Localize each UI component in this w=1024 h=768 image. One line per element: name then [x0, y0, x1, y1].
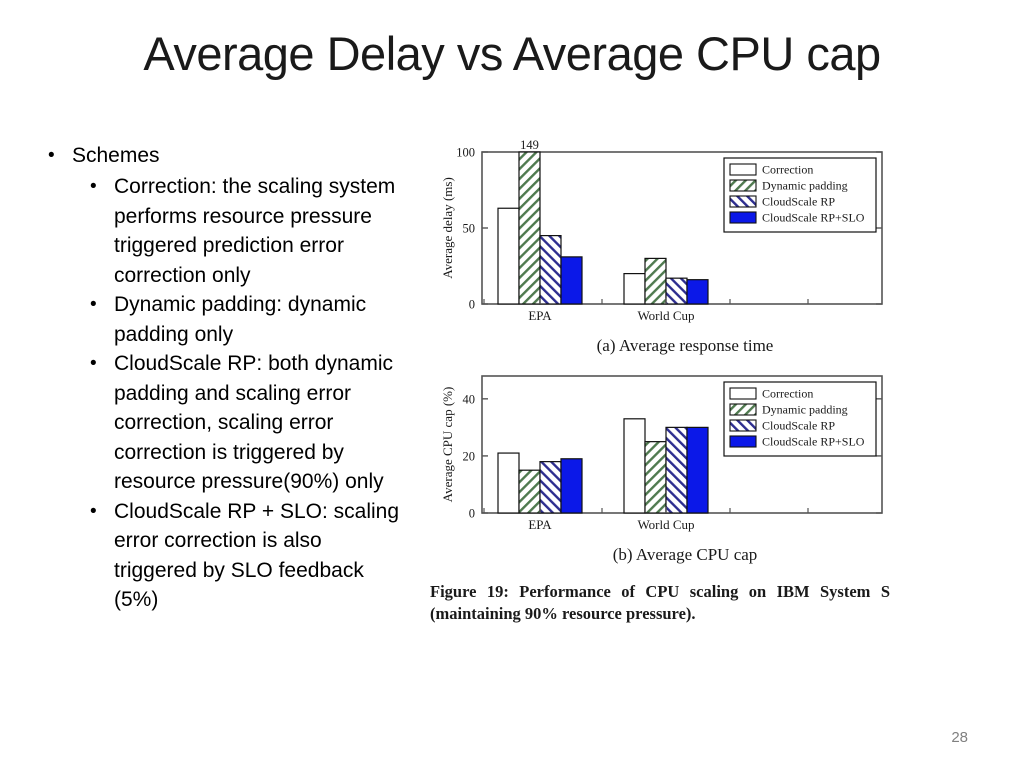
bar-world-cup-s2	[665, 426, 688, 514]
legend-swatch-0	[729, 387, 757, 400]
x-tick-label: World Cup	[637, 517, 694, 532]
legend-swatch-2	[729, 419, 757, 432]
legend-swatch-3	[729, 211, 757, 224]
bar-world-cup-s3	[686, 426, 709, 514]
y-tick-label: 50	[463, 222, 476, 236]
bar-epa-s3	[560, 256, 583, 305]
bullet-item-cloudscale-rp: • CloudScale RP: both dynamic padding an…	[90, 349, 408, 497]
bullet-label: Schemes	[72, 144, 160, 167]
y-tick-label: 100	[456, 146, 475, 160]
bar-value-annotation: 149	[520, 138, 539, 152]
figure-caption: Figure 19: Performance of CPU scaling on…	[430, 582, 890, 623]
chart-b-wrapper: 0 20 40 Average CPU cap (%) EPA World Cup Corr…	[430, 362, 890, 547]
x-tick-label: EPA	[528, 517, 552, 532]
bullet-dot-icon: •	[90, 353, 97, 374]
bar-epa-s1	[518, 469, 541, 514]
figure-19: 0 50 100 Average delay (ms) EPA World Cup 149 C…	[430, 138, 910, 625]
bullet-item-cloudscale-rp-slo: • CloudScale RP + SLO: scaling error cor…	[90, 497, 408, 615]
chart-a-subcaption: (a) Average response time	[596, 336, 774, 355]
legend-label-1: Dynamic padding	[762, 179, 848, 193]
legend-swatch-2	[729, 195, 757, 208]
bar-world-cup-s0	[623, 273, 646, 305]
bullet-dot-icon: •	[90, 500, 97, 522]
bullet-dot-icon: •	[48, 145, 55, 166]
bar-epa-s1	[518, 151, 541, 305]
bullet-dot-icon: •	[90, 294, 97, 315]
y-axis-label: Average CPU cap (%)	[440, 387, 455, 503]
bar-world-cup-s0	[623, 418, 646, 514]
bar-epa-s2	[539, 461, 562, 514]
bar-epa-s0	[497, 207, 520, 305]
bar-world-cup-s1	[644, 257, 667, 305]
legend-label-3: CloudScale RP+SLO	[762, 211, 865, 225]
legend-swatch-1	[729, 179, 757, 192]
bar-world-cup-s1	[644, 441, 667, 514]
x-tick-label: World Cup	[637, 308, 694, 323]
bullet-item-schemes: • Schemes	[48, 142, 408, 170]
page-number: 28	[951, 729, 968, 746]
legend-label-1: Dynamic padding	[762, 403, 848, 417]
chart-b-subcaption: (b) Average CPU cap	[612, 545, 758, 564]
y-axis-label: Average delay (ms)	[440, 177, 455, 279]
legend-swatch-3	[729, 435, 757, 448]
chart-a-wrapper: 0 50 100 Average delay (ms) EPA World Cup 149 C…	[430, 138, 890, 338]
bullet-label: CloudScale RP: both dynamic padding and …	[114, 352, 393, 493]
chart-average-response-time: 0 50 100 Average delay (ms) EPA World Cup 149 C…	[440, 138, 883, 323]
legend-label-3: CloudScale RP+SLO	[762, 435, 865, 449]
bar-epa-s2	[539, 234, 562, 305]
y-tick-label: 0	[469, 298, 475, 312]
bullet-label: Correction: the scaling system performs …	[114, 175, 396, 287]
legend-swatch-0	[729, 163, 757, 176]
bullet-label: CloudScale RP + SLO: scaling error corre…	[114, 499, 400, 612]
bar-world-cup-s3	[686, 279, 709, 305]
y-tick-label: 0	[469, 507, 475, 521]
bar-epa-s3	[560, 458, 583, 514]
bullet-list: • Schemes • Correction: the scaling syst…	[48, 142, 408, 615]
y-tick-label: 40	[463, 392, 476, 406]
bullet-item-dynamic-padding: • Dynamic padding: dynamic padding only	[90, 290, 408, 349]
x-tick-label: EPA	[528, 308, 552, 323]
bar-world-cup-s2	[665, 277, 688, 305]
legend-label-2: CloudScale RP	[762, 419, 835, 433]
chart-average-cpu-cap: 0 20 40 Average CPU cap (%) EPA World Cup Corr…	[440, 375, 883, 532]
bullet-item-correction: • Correction: the scaling system perform…	[90, 172, 408, 290]
bar-epa-s0	[497, 452, 520, 514]
bullet-dot-icon: •	[90, 176, 97, 197]
y-tick-label: 20	[463, 449, 476, 463]
legend-label-2: CloudScale RP	[762, 195, 835, 209]
bullet-label: Dynamic padding: dynamic padding only	[114, 293, 367, 346]
legend-label-0: Correction	[762, 163, 813, 177]
legend-label-0: Correction	[762, 387, 813, 401]
legend-swatch-1	[729, 403, 757, 416]
page-title: Average Delay vs Average CPU cap	[143, 27, 881, 80]
